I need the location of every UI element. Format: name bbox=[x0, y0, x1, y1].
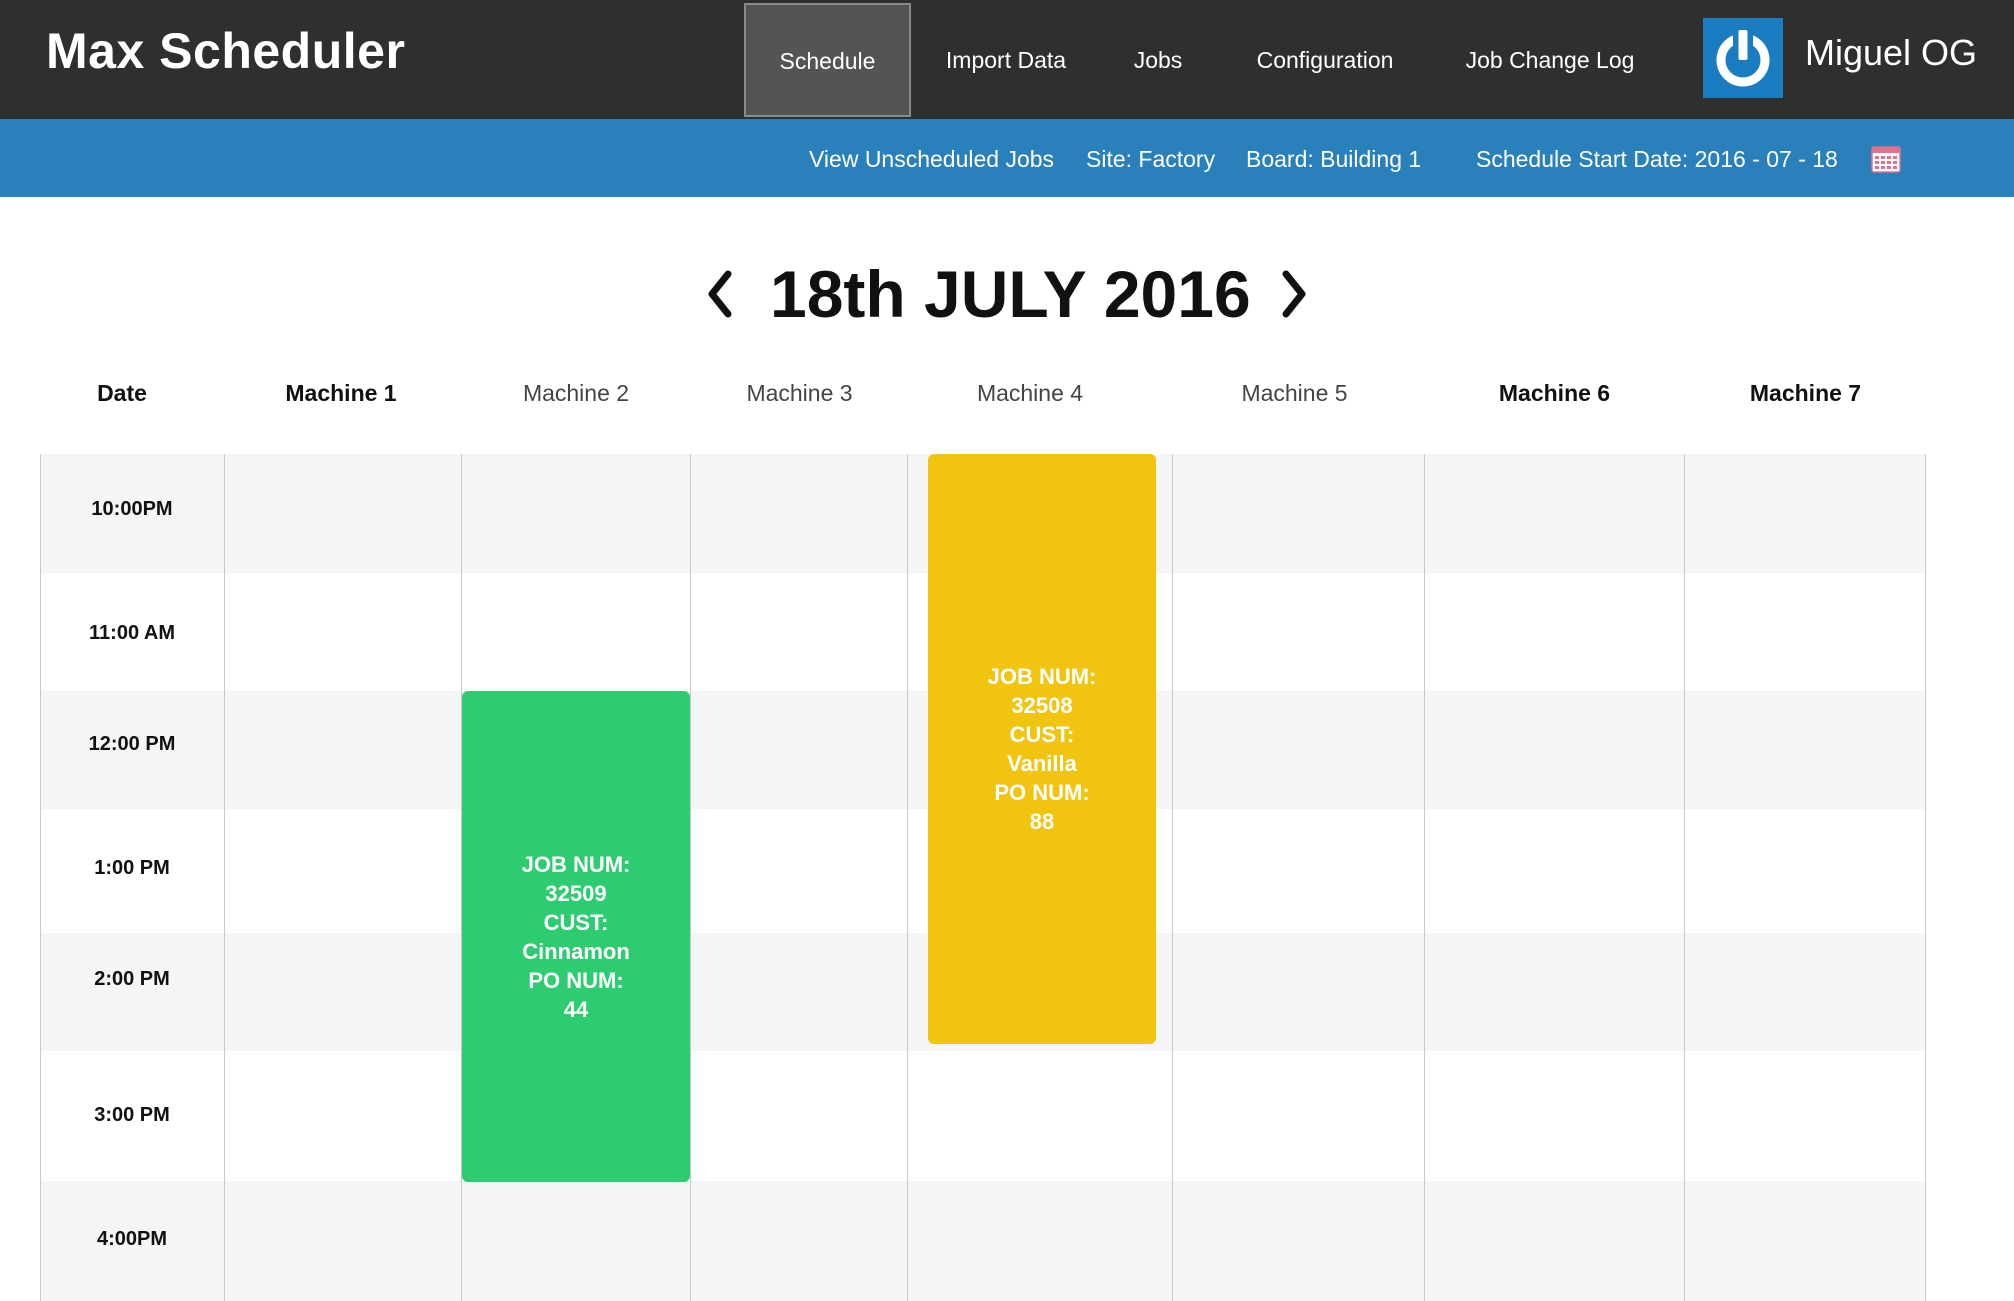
customer-value: Vanilla bbox=[1007, 751, 1077, 776]
calendar-icon[interactable] bbox=[1871, 144, 1901, 174]
nav-configuration[interactable]: Configuration bbox=[1246, 0, 1404, 119]
column-header-machine-7[interactable]: Machine 7 bbox=[1685, 380, 1926, 407]
grid-divider bbox=[907, 454, 908, 1301]
nav-jobs[interactable]: Jobs bbox=[1122, 0, 1194, 119]
grid-divider bbox=[1684, 454, 1685, 1301]
day-header: 18th JULY 2016 bbox=[0, 252, 2014, 336]
nav-import-data[interactable]: Import Data bbox=[930, 0, 1082, 119]
current-day-title: 18th JULY 2016 bbox=[770, 257, 1251, 331]
customer-label: CUST: bbox=[543, 909, 609, 935]
grid-divider bbox=[1925, 454, 1926, 1301]
time-row[interactable] bbox=[40, 1181, 1926, 1301]
time-label: 3:00 PM bbox=[94, 1104, 170, 1126]
nav-job-change-log[interactable]: Job Change Log bbox=[1460, 0, 1640, 119]
grid-divider bbox=[1424, 454, 1425, 1301]
grid-divider bbox=[690, 454, 691, 1301]
board-selector[interactable]: Board: Building 1 bbox=[1246, 119, 1421, 197]
schedule-grid: 10:00PM 11:00 AM 12:00 PM 1:00 PM 2:00 P… bbox=[40, 454, 1926, 1301]
customer-label: CUST: bbox=[1009, 722, 1075, 747]
po-number-value: 44 bbox=[563, 996, 589, 1022]
column-header-machine-4[interactable]: Machine 4 bbox=[908, 380, 1152, 407]
app-title[interactable]: Max Scheduler bbox=[46, 22, 405, 80]
po-number-label: PO NUM: bbox=[528, 967, 624, 993]
job-number-label: JOB NUM: bbox=[521, 851, 631, 877]
job-number-value: 32508 bbox=[1011, 693, 1073, 718]
grid-divider bbox=[1172, 454, 1173, 1301]
job-block-32509[interactable]: JOB NUM: 32509 CUST: Cinnamon PO NUM: 44 bbox=[462, 691, 690, 1182]
chevron-right-icon[interactable] bbox=[1280, 268, 1310, 320]
user-avatar[interactable] bbox=[1703, 18, 1783, 98]
top-navbar: Max Scheduler Schedule Import Data Jobs … bbox=[0, 0, 2014, 119]
job-number-value: 32509 bbox=[545, 880, 607, 906]
time-label: 12:00 PM bbox=[88, 733, 176, 755]
po-number-value: 88 bbox=[1029, 809, 1055, 834]
column-header-machine-1[interactable]: Machine 1 bbox=[224, 380, 458, 407]
time-label: 11:00 AM bbox=[89, 622, 175, 644]
view-unscheduled-jobs-link[interactable]: View Unscheduled Jobs bbox=[809, 119, 1054, 197]
job-number-label: JOB NUM: bbox=[987, 664, 1097, 689]
time-label: 1:00 PM bbox=[94, 857, 170, 879]
column-header-machine-5[interactable]: Machine 5 bbox=[1173, 380, 1416, 407]
grid-divider bbox=[224, 454, 225, 1301]
nav-schedule[interactable]: Schedule bbox=[744, 3, 911, 117]
column-header-machine-2[interactable]: Machine 2 bbox=[462, 380, 690, 407]
job-block-32508[interactable]: JOB NUM: 32508 CUST: Vanilla PO NUM: 88 bbox=[928, 454, 1156, 1044]
column-header-machine-6[interactable]: Machine 6 bbox=[1425, 380, 1684, 407]
po-number-label: PO NUM: bbox=[994, 780, 1090, 805]
chevron-left-icon[interactable] bbox=[704, 268, 734, 320]
site-selector[interactable]: Site: Factory bbox=[1086, 119, 1215, 197]
user-name[interactable]: Miguel OG bbox=[1805, 32, 1977, 74]
schedule-start-date[interactable]: Schedule Start Date: 2016 - 07 - 18 bbox=[1476, 119, 1838, 197]
time-label: 2:00 PM bbox=[94, 968, 170, 990]
power-icon bbox=[1716, 28, 1770, 87]
time-row[interactable] bbox=[40, 1051, 1926, 1181]
schedule-toolbar: View Unscheduled Jobs Site: Factory Boar… bbox=[0, 119, 2014, 197]
time-label: 10:00PM bbox=[91, 498, 173, 520]
column-header-date: Date bbox=[97, 380, 147, 406]
time-label: 4:00PM bbox=[96, 1228, 168, 1250]
customer-value: Cinnamon bbox=[522, 938, 630, 964]
column-header-machine-3[interactable]: Machine 3 bbox=[691, 380, 908, 407]
